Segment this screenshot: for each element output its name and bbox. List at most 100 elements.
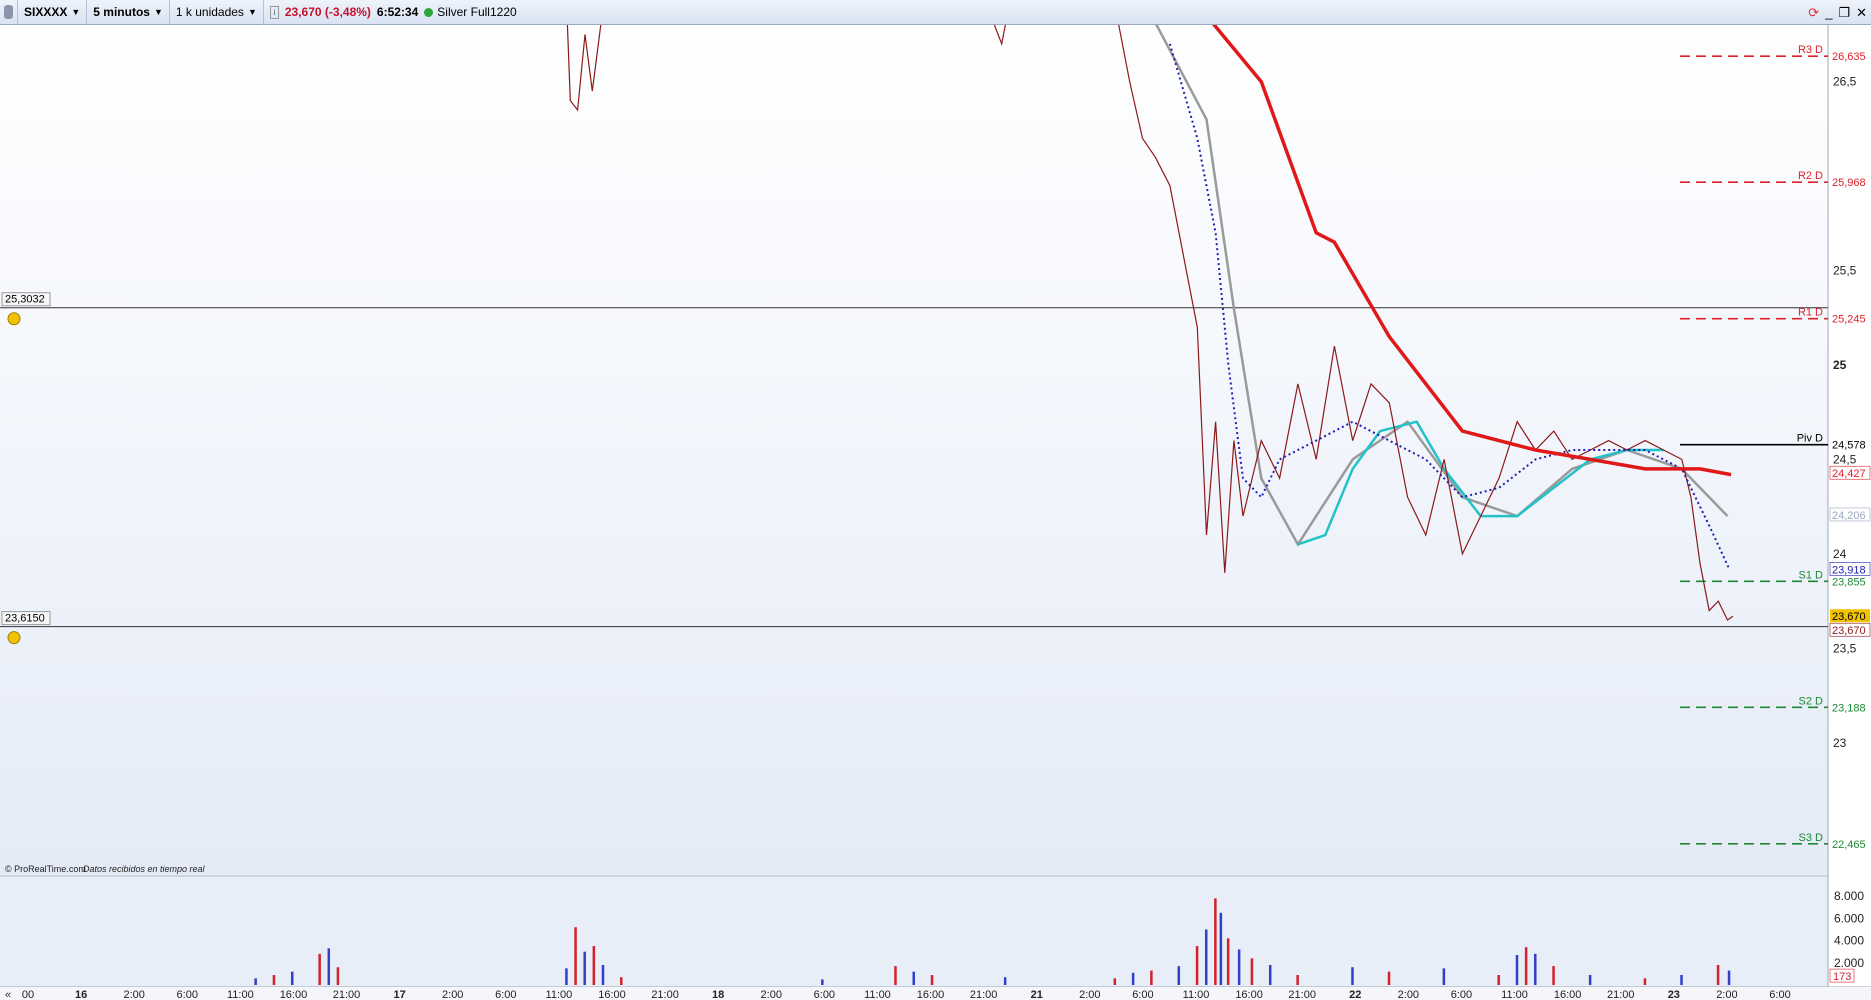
alert-label: 25,3032 — [5, 294, 45, 306]
volume-bar — [1204, 929, 1208, 985]
volume-bar — [1268, 965, 1272, 985]
volume-axis-tick: 8.000 — [1834, 889, 1864, 903]
scroll-left-button[interactable]: « — [5, 989, 11, 1000]
volume-bar — [1524, 947, 1528, 985]
time-axis-tick: 2:00 — [1398, 989, 1419, 1000]
volume-bar — [894, 966, 897, 985]
volume-bar — [1387, 971, 1391, 985]
time-axis-tick: 22 — [1349, 989, 1361, 1000]
pivot-level-name: R2 D — [1798, 170, 1823, 182]
volume-bar — [1250, 958, 1254, 985]
volume-bar — [1351, 967, 1354, 985]
indicator-value-label: 24,206 — [1832, 510, 1866, 522]
time-axis-tick: 21:00 — [1607, 989, 1635, 1000]
time-axis-tick: 2:00 — [1716, 989, 1737, 1000]
units-selector[interactable]: 1 k unidades ▼ — [170, 0, 264, 25]
volume-bar — [1552, 966, 1555, 985]
time-axis-tick: 11:00 — [1183, 989, 1210, 1000]
alert-bell-icon[interactable] — [7, 312, 21, 326]
alert-bell-icon[interactable] — [7, 631, 21, 645]
indicator-value-label: 24,427 — [1832, 468, 1866, 480]
time-axis-tick: 21 — [1031, 989, 1043, 1000]
price-axis-tick: 24 — [1833, 547, 1847, 561]
copyright-text: © ProRealTime.com — [5, 864, 86, 874]
volume-axis-tick: 4.000 — [1834, 934, 1864, 948]
pivot-value-label: 25,968 — [1832, 177, 1866, 189]
chart-toolbar: SIXXXX ▼ 5 minutos ▼ 1 k unidades ▼ i 23… — [0, 0, 1871, 25]
close-icon[interactable]: ✕ — [1856, 5, 1867, 21]
volume-bar — [1680, 975, 1683, 985]
volume-bar — [254, 978, 257, 985]
volume-bar — [1588, 975, 1592, 985]
volume-bar — [1296, 975, 1299, 985]
volume-bar — [1177, 966, 1181, 985]
pivot-value-label: 26,635 — [1832, 51, 1866, 63]
info-icon[interactable]: i — [269, 5, 279, 19]
time-axis-tick: 6:00 — [1769, 989, 1790, 1000]
volume-bar — [1195, 946, 1199, 985]
contract-name: Silver Full1220 — [437, 5, 517, 19]
time-axis-tick: 2:00 — [1079, 989, 1100, 1000]
time-axis-tick: 16:00 — [1554, 989, 1582, 1000]
price-axis-tick: 25,5 — [1833, 264, 1857, 278]
volume-bar — [565, 968, 568, 985]
pivot-level-name: R1 D — [1798, 307, 1823, 319]
window-controls: ⟳ _ ❐ ✕ — [1808, 0, 1867, 25]
time-axis-tick: 21:00 — [651, 989, 679, 1000]
chevron-down-icon: ▼ — [247, 7, 257, 17]
pivot-level-name: S1 D — [1799, 569, 1824, 581]
time-axis-tick: 2:00 — [123, 989, 144, 1000]
indicator-value-label: 23,670 — [1832, 625, 1866, 637]
volume-bar — [1643, 978, 1647, 985]
volume-bar — [272, 975, 276, 985]
time-axis-tick: 2:00 — [442, 989, 463, 1000]
alert-label: 23,6150 — [5, 613, 45, 625]
time-axis-tick: 16:00 — [280, 989, 308, 1000]
time-axis-tick: 11:00 — [864, 989, 891, 1000]
pivot-level-name: R3 D — [1798, 44, 1823, 56]
time-axis-tick: 21:00 — [1288, 989, 1316, 1000]
pivot-level-name: S3 D — [1799, 832, 1824, 844]
time-axis-tick: 23 — [1668, 989, 1680, 1000]
time-axis-tick: 00 — [22, 989, 34, 1000]
volume-bar — [1716, 965, 1720, 985]
quote-time: 6:52:34 — [376, 5, 419, 19]
volume-bar — [336, 967, 340, 985]
volume-bar — [620, 977, 623, 985]
restore-icon[interactable]: ❐ — [1838, 5, 1850, 21]
time-axis-tick: 11:00 — [1501, 989, 1528, 1000]
volume-axis-tick: 2.000 — [1834, 956, 1864, 970]
chevron-down-icon: ▼ — [153, 7, 163, 17]
instrument-label: SIXXXX — [24, 5, 68, 19]
pivot-value-label: 23,188 — [1832, 702, 1866, 714]
price-chart[interactable]: 25,3032 23,6150 R3 D 26,635 R2 D 25,968 R1 D 2… — [0, 25, 1871, 1000]
volume-bar — [1442, 968, 1446, 985]
instrument-selector[interactable]: SIXXXX ▼ — [18, 0, 88, 25]
window-menu[interactable] — [0, 0, 18, 25]
volume-bar — [592, 946, 596, 985]
price-axis-tick: 25 — [1833, 358, 1847, 372]
pivot-value-label: 22,465 — [1832, 839, 1866, 851]
time-axis-tick: 6:00 — [814, 989, 835, 1000]
volume-bar — [1131, 972, 1135, 985]
timeframe-selector[interactable]: 5 minutos ▼ — [87, 0, 170, 25]
minimize-icon[interactable]: _ — [1825, 5, 1832, 20]
volume-bar — [1497, 975, 1500, 985]
volume-bar — [583, 951, 586, 985]
volume-bar — [821, 979, 824, 985]
indicator-value-label: 23,918 — [1832, 564, 1866, 576]
pivot-value-label: 23,855 — [1832, 576, 1866, 588]
time-axis-tick: 6:00 — [177, 989, 198, 1000]
price-axis-tick: 24,5 — [1833, 452, 1857, 466]
time-axis-tick: 6:00 — [1132, 989, 1153, 1000]
volume-bar — [1113, 978, 1117, 985]
volume-bar — [1219, 912, 1223, 985]
volume-bar — [1150, 970, 1153, 985]
time-axis-tick: 16:00 — [1235, 989, 1263, 1000]
price-axis-tick: 23,5 — [1833, 641, 1857, 655]
window-menu-icon[interactable] — [4, 5, 13, 19]
time-axis-tick: 16:00 — [917, 989, 945, 1000]
time-axis-tick: 17 — [394, 989, 406, 1000]
refresh-icon[interactable]: ⟳ — [1808, 5, 1819, 21]
time-axis-tick: 16 — [75, 989, 87, 1000]
